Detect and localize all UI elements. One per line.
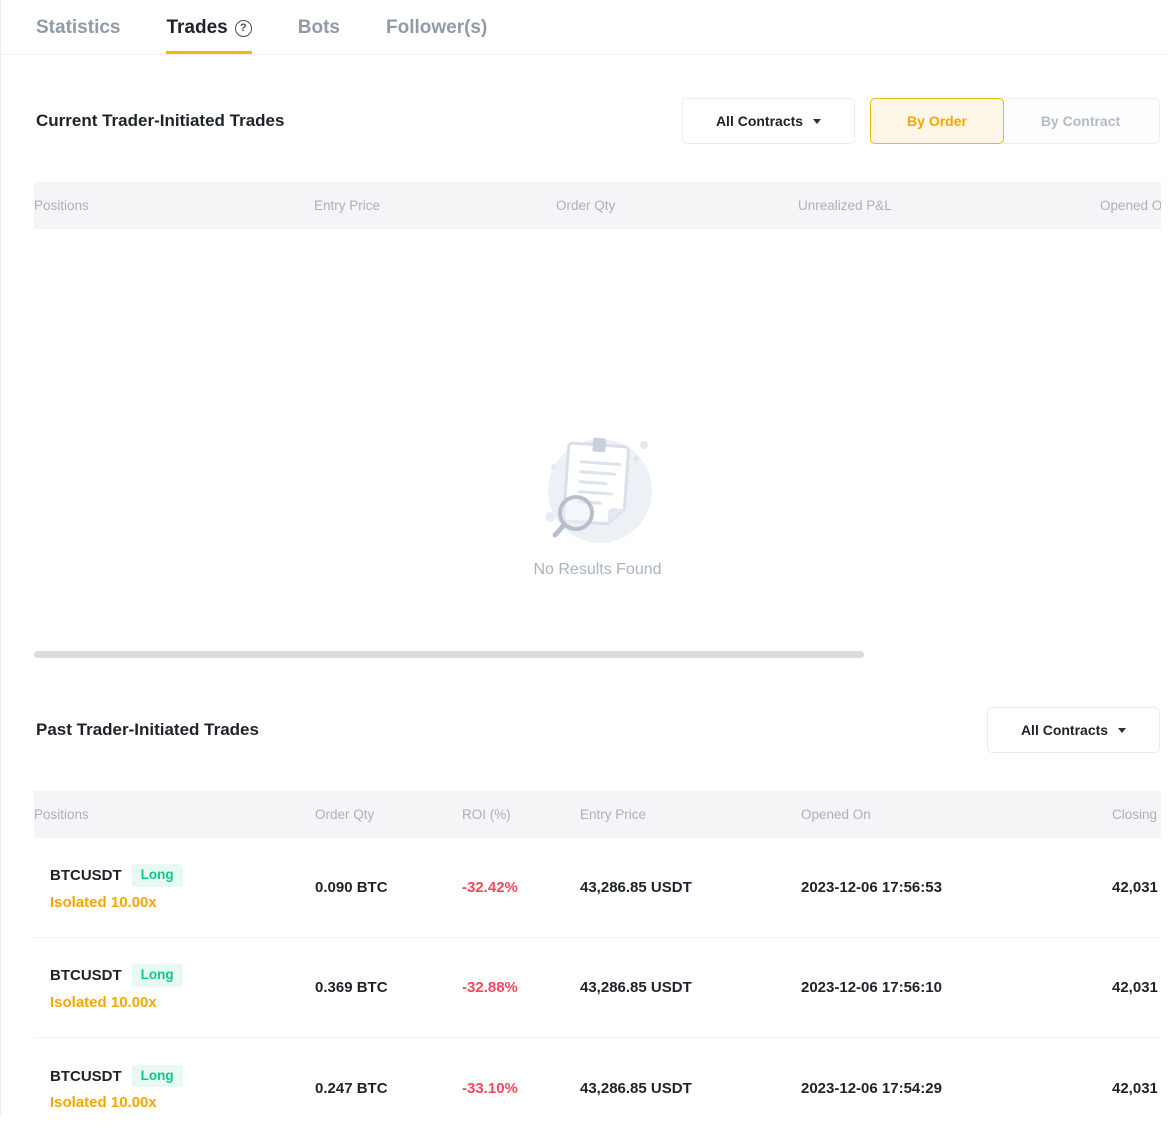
side-badge: Long [132,864,183,886]
column-header: Positions [34,807,315,822]
contracts-filter-dropdown-past[interactable]: All Contracts [987,707,1160,753]
closing-price-cell: 42,031 [1112,979,1161,996]
symbol: BTCUSDT [50,867,122,884]
closing-price-cell: 42,031 [1112,879,1161,896]
column-header: Opened On [801,807,1112,822]
past-trades-header: Past Trader-Initiated Trades All Contrac… [36,707,1160,753]
chevron-down-icon [1118,728,1126,733]
column-header: Positions [34,198,314,213]
column-header: Entry Price [314,198,556,213]
tab-label: Bots [298,17,340,39]
past-trades-table-body: BTCUSDT Long Isolated 10.00x 0.090 BTC -… [34,838,1161,1138]
order-qty-cell: 0.090 BTC [315,879,462,896]
no-results-text: No Results Found [533,561,661,579]
table-row: BTCUSDT Long Isolated 10.00x 0.369 BTC -… [34,938,1161,1038]
symbol: BTCUSDT [50,1068,122,1085]
roi-cell: -32.88% [462,979,580,996]
no-results-illustration [532,425,664,553]
side-badge: Long [132,964,183,986]
past-trades-table: PositionsOrder QtyROI (%)Entry PriceOpen… [34,791,1161,1138]
position-cell: BTCUSDT Long Isolated 10.00x [34,1065,315,1111]
current-trades-table: PositionsEntry PriceOrder QtyUnrealized … [34,182,1161,651]
tab-followers[interactable]: Follower(s) [386,17,487,54]
tab-bots[interactable]: Bots [298,17,340,54]
margin-leverage: Isolated 10.00x [50,994,315,1011]
side-badge: Long [132,1065,183,1087]
tab-statistics[interactable]: Statistics [36,17,120,54]
column-header: Entry Price [580,807,801,822]
empty-state: No Results Found [34,229,1161,651]
contracts-filter-value: All Contracts [1021,722,1108,738]
roi-cell: -33.10% [462,1080,580,1097]
section-title-current: Current Trader-Initiated Trades [36,111,284,131]
current-trades-table-header: PositionsEntry PriceOrder QtyUnrealized … [34,182,1161,229]
entry-price-cell: 43,286.85 USDT [580,1080,801,1097]
opened-on-cell: 2023-12-06 17:56:53 [801,879,1112,896]
closing-price-cell: 42,031 [1112,1080,1161,1097]
column-header: Order Qty [556,198,798,213]
by-order-button[interactable]: By Order [870,98,1004,144]
entry-price-cell: 43,286.85 USDT [580,979,801,996]
tab-label: Trades [166,17,227,39]
table-row: BTCUSDT Long Isolated 10.00x 0.247 BTC -… [34,1038,1161,1138]
position-cell: BTCUSDT Long Isolated 10.00x [34,864,315,910]
horizontal-scrollbar[interactable] [34,651,864,658]
column-header: Opened On [1100,198,1161,213]
position-cell: BTCUSDT Long Isolated 10.00x [34,964,315,1010]
symbol: BTCUSDT [50,967,122,984]
by-contract-button[interactable]: By Contract [1002,98,1160,144]
entry-price-cell: 43,286.85 USDT [580,879,801,896]
current-trades-header: Current Trader-Initiated Trades All Cont… [36,98,1160,144]
question-mark-icon[interactable]: ? [235,20,252,37]
margin-leverage: Isolated 10.00x [50,894,315,911]
margin-leverage: Isolated 10.00x [50,1094,315,1111]
view-toggle: By Order By Contract [870,98,1160,144]
contracts-filter-value: All Contracts [716,113,803,129]
column-header: ROI (%) [462,807,580,822]
section-title-past: Past Trader-Initiated Trades [36,720,259,740]
tab-label: Follower(s) [386,17,487,39]
chevron-down-icon [813,119,821,124]
column-header: Unrealized P&L [798,198,1100,213]
past-trades-table-header: PositionsOrder QtyROI (%)Entry PriceOpen… [34,791,1161,838]
opened-on-cell: 2023-12-06 17:54:29 [801,1080,1112,1097]
column-header: Closing Price [1112,807,1161,822]
tab-label: Statistics [36,17,120,39]
order-qty-cell: 0.369 BTC [315,979,462,996]
table-row: BTCUSDT Long Isolated 10.00x 0.090 BTC -… [34,838,1161,938]
roi-cell: -32.42% [462,879,580,896]
contracts-filter-dropdown[interactable]: All Contracts [682,98,855,144]
column-header: Order Qty [315,807,462,822]
tab-trades[interactable]: Trades ? [166,17,251,54]
order-qty-cell: 0.247 BTC [315,1080,462,1097]
profile-tab-bar: Statistics Trades ? Bots Follower(s) [1,0,1168,55]
opened-on-cell: 2023-12-06 17:56:10 [801,979,1112,996]
